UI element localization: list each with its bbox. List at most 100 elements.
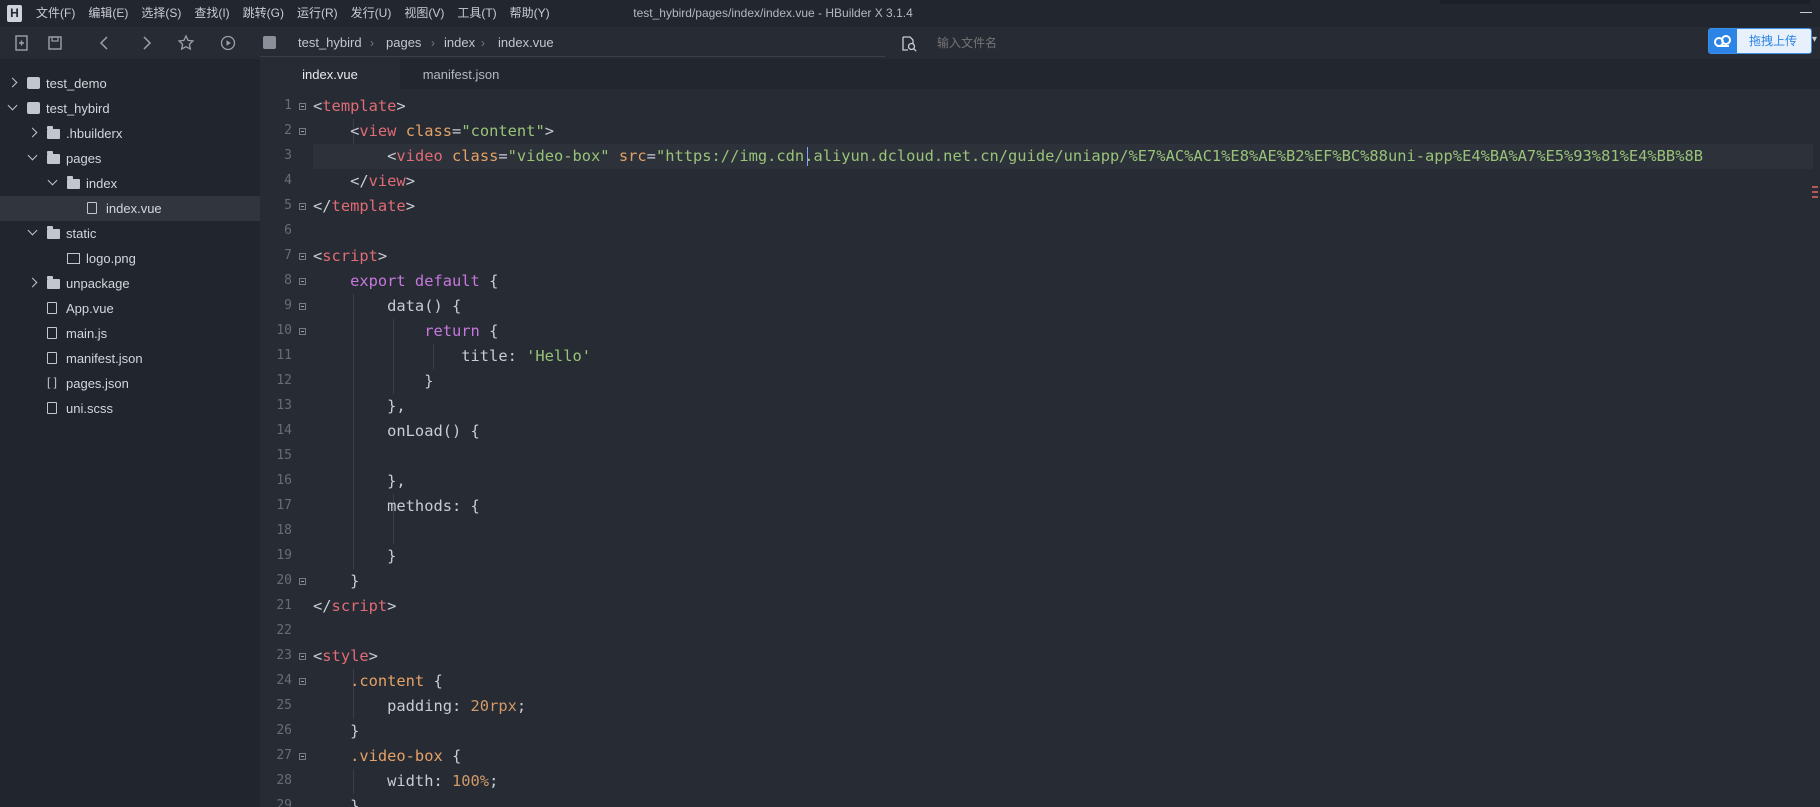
- fold-toggle-icon[interactable]: [299, 303, 306, 310]
- breadcrumb-item-pages[interactable]: pages: [386, 30, 421, 56]
- find-file-icon[interactable]: [900, 35, 918, 53]
- fold-toggle-icon[interactable]: [299, 328, 306, 335]
- sidebar-item-label: unpackage: [66, 276, 130, 291]
- code-line[interactable]: export default {: [313, 269, 498, 294]
- sidebar-item-app-vue[interactable]: App.vue: [0, 296, 260, 321]
- code-token: >: [405, 197, 415, 215]
- code-token: {: [424, 672, 443, 690]
- code-line[interactable]: <script>: [313, 244, 387, 269]
- code-line[interactable]: }: [313, 544, 396, 569]
- code-line[interactable]: </template>: [313, 194, 415, 219]
- code-line[interactable]: }: [313, 719, 359, 744]
- code-line[interactable]: .content {: [313, 669, 443, 694]
- fold-toggle-icon[interactable]: [299, 578, 306, 585]
- code-line[interactable]: title: 'Hello': [313, 344, 591, 369]
- chevron-down-icon[interactable]: [27, 150, 38, 161]
- code-token: >: [377, 247, 388, 265]
- line-number: 14: [276, 423, 292, 438]
- chevron-right-icon[interactable]: [27, 127, 38, 138]
- code-line[interactable]: <template>: [313, 94, 406, 119]
- sidebar-item-main-js[interactable]: main.js: [0, 321, 260, 346]
- forward-icon[interactable]: [136, 33, 156, 53]
- new-file-icon[interactable]: [12, 33, 32, 53]
- breadcrumb-item-project[interactable]: test_hybird: [298, 30, 362, 56]
- code-token: },: [313, 472, 406, 490]
- code-line[interactable]: },: [313, 394, 406, 419]
- code-line[interactable]: </view>: [313, 169, 415, 194]
- code-line[interactable]: data() {: [313, 294, 461, 319]
- chevron-down-icon[interactable]: [27, 225, 38, 236]
- code-line[interactable]: },: [313, 469, 406, 494]
- fold-toggle-icon[interactable]: [299, 203, 306, 210]
- sidebar-item-index-vue[interactable]: index.vue: [0, 196, 260, 221]
- sidebar-item-label: manifest.json: [66, 351, 143, 366]
- chevron-right-icon[interactable]: [7, 77, 18, 88]
- code-line[interactable]: }: [313, 794, 359, 807]
- code-editor[interactable]: 1 2 3 4 5 6 7 8 9 10 11 12 13 14 15 16 17 18 19 20 21 22 23 24 2…: [260, 89, 1820, 807]
- fold-toggle-icon[interactable]: [299, 653, 306, 660]
- tab-index-vue[interactable]: index.vue: [260, 59, 400, 89]
- file-search-input[interactable]: [935, 31, 1269, 55]
- chevron-down-icon[interactable]: [47, 175, 58, 186]
- sidebar-item-unpackage[interactable]: unpackage: [0, 271, 260, 296]
- code-line[interactable]: padding: 20rpx;: [313, 694, 526, 719]
- code-line[interactable]: }: [313, 369, 433, 394]
- code-area[interactable]: <template> <view class="content"> <video…: [313, 89, 1813, 807]
- sidebar-item-manifest-json[interactable]: manifest.json: [0, 346, 260, 371]
- code-token: template: [331, 197, 406, 215]
- code-line[interactable]: width: 100%;: [313, 769, 498, 794]
- upload-button[interactable]: 拖拽上传: [1708, 28, 1812, 54]
- sidebar-item-logo-png[interactable]: logo.png: [0, 246, 260, 271]
- code-token: ;: [516, 697, 527, 715]
- sidebar-item-label: App.vue: [66, 301, 114, 316]
- sidebar-item-pages-json[interactable]: [ ] pages.json: [0, 371, 260, 396]
- sidebar-item-pages[interactable]: pages: [0, 146, 260, 171]
- project-icon: [27, 102, 40, 114]
- code-token: >: [405, 172, 415, 190]
- code-line[interactable]: <view class="content">: [313, 119, 554, 144]
- line-number: 26: [276, 723, 292, 738]
- code-token: }: [313, 722, 360, 740]
- code-token: <: [313, 247, 323, 265]
- chevron-down-icon[interactable]: ▾: [1812, 34, 1817, 45]
- tab-manifest-json[interactable]: manifest.json: [400, 59, 522, 89]
- sidebar-item-index[interactable]: index: [0, 171, 260, 196]
- sidebar-item-test-hybird[interactable]: test_hybird: [0, 96, 260, 121]
- code-line[interactable]: }: [313, 569, 359, 594]
- breadcrumb-item-file[interactable]: index.vue: [498, 30, 554, 56]
- code-line[interactable]: </script>: [313, 594, 396, 619]
- tab-label: manifest.json: [422, 67, 500, 82]
- breadcrumb-item-index[interactable]: index: [444, 30, 475, 56]
- sidebar-item-static[interactable]: static: [0, 221, 260, 246]
- fold-toggle-icon[interactable]: [299, 678, 306, 685]
- code-line[interactable]: return {: [313, 319, 498, 344]
- chevron-right-icon[interactable]: [27, 277, 38, 288]
- code-token: =: [646, 147, 656, 165]
- code-line[interactable]: methods: {: [313, 494, 480, 519]
- fold-toggle-icon[interactable]: [299, 128, 306, 135]
- back-icon[interactable]: [95, 33, 115, 53]
- code-line[interactable]: <video class="video-box" src="https://im…: [313, 144, 1813, 169]
- chevron-down-icon[interactable]: [7, 100, 18, 111]
- code-line[interactable]: <style>: [313, 644, 378, 669]
- star-icon[interactable]: [176, 33, 196, 53]
- code-token: }: [313, 797, 360, 807]
- vue-file-icon: [47, 302, 57, 314]
- cloud-icon: [1709, 29, 1737, 53]
- save-icon[interactable]: [45, 33, 65, 53]
- fold-toggle-icon[interactable]: [299, 103, 306, 110]
- code-token: padding:: [313, 697, 471, 715]
- line-number: 28: [276, 773, 292, 788]
- run-icon[interactable]: [218, 33, 238, 53]
- fold-toggle-icon[interactable]: [299, 753, 306, 760]
- fold-toggle-icon[interactable]: [299, 278, 306, 285]
- sidebar-item-hbuilderx[interactable]: .hbuilderx: [0, 121, 260, 146]
- sidebar-item-label: index.vue: [106, 201, 162, 216]
- chevron-right-icon: ›: [370, 36, 374, 50]
- minimize-icon[interactable]: [1800, 12, 1812, 13]
- code-line[interactable]: onLoad() {: [313, 419, 480, 444]
- fold-toggle-icon[interactable]: [299, 253, 306, 260]
- sidebar-item-test-demo[interactable]: test_demo: [0, 71, 260, 96]
- sidebar-item-uni-scss[interactable]: uni.scss: [0, 396, 260, 421]
- code-line[interactable]: .video-box {: [313, 744, 461, 769]
